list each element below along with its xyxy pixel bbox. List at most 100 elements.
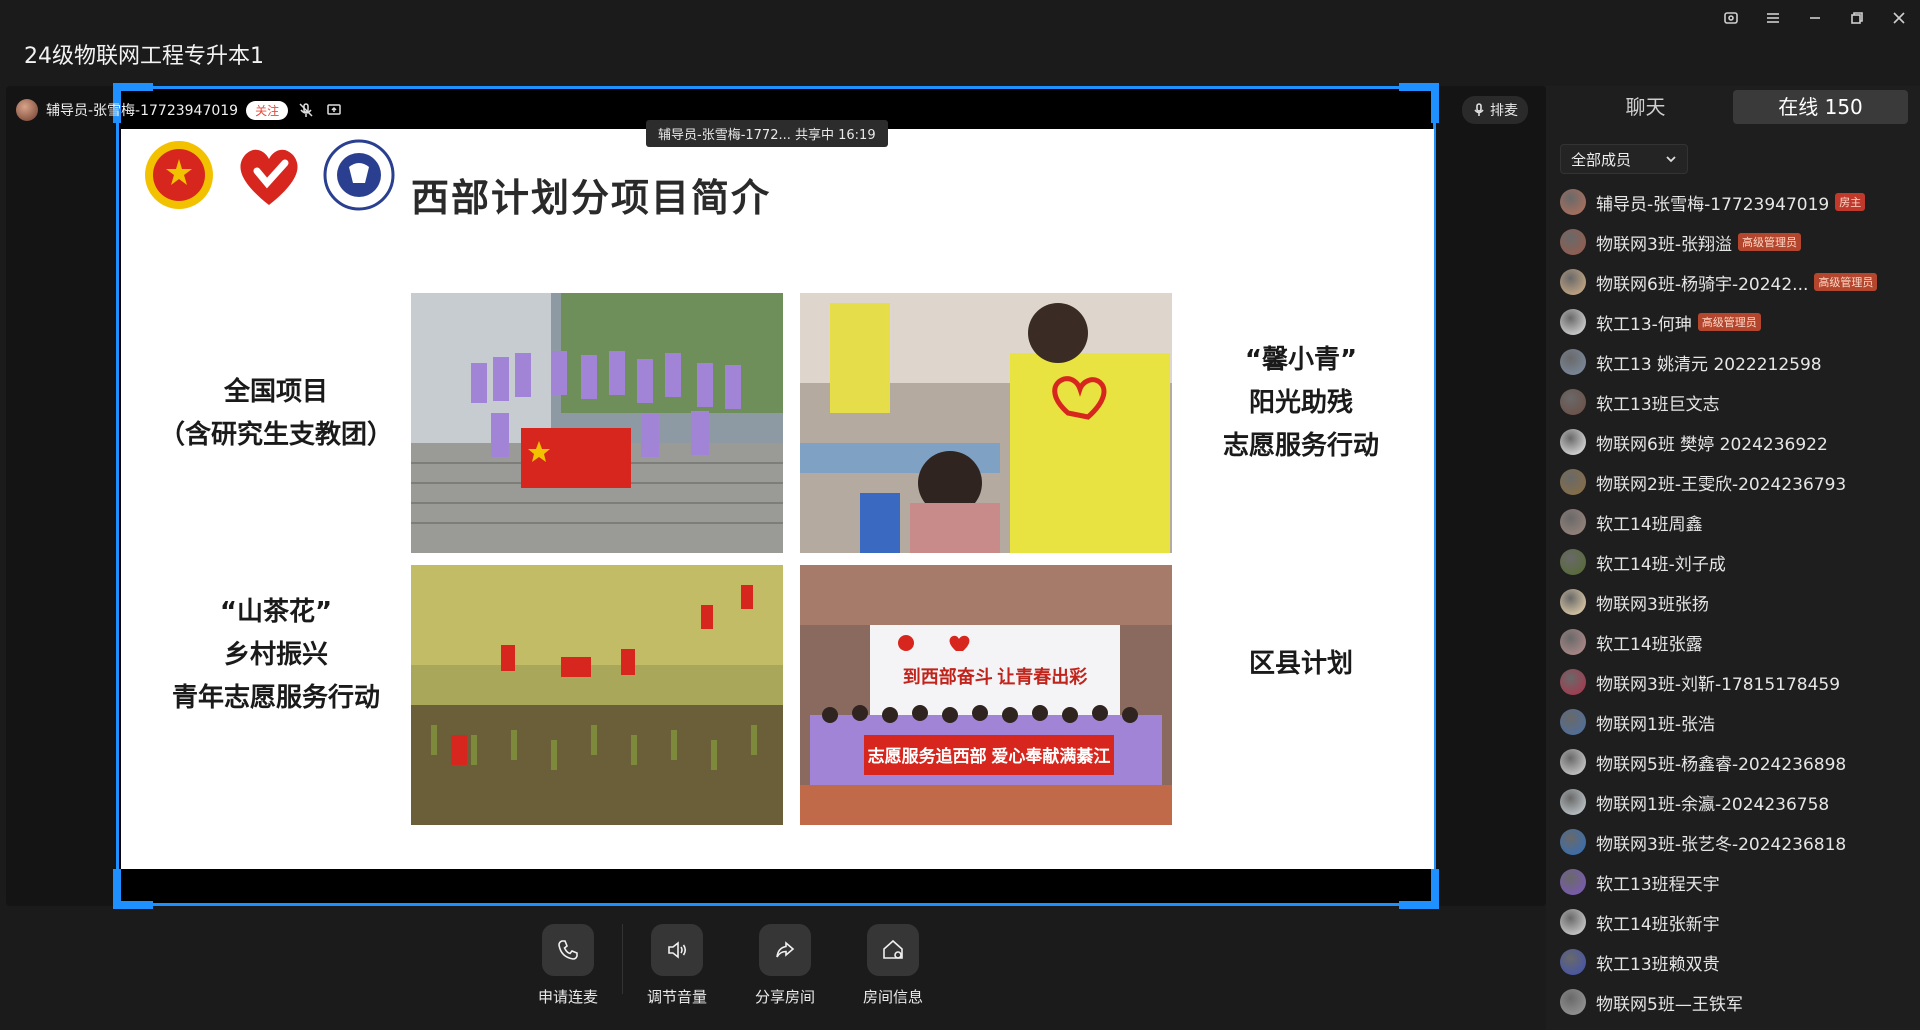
room-info-icon bbox=[867, 924, 919, 976]
member-name: 物联网1班-余瀛-2024236758 bbox=[1596, 794, 1830, 815]
avatar bbox=[1560, 269, 1586, 295]
frame-corner bbox=[1399, 83, 1439, 123]
presenter-bar: 辅导员-张雪梅-17723947019 关注 bbox=[16, 97, 344, 123]
adjust-volume-button[interactable]: 调节音量 bbox=[639, 924, 715, 1007]
member-row[interactable]: 软工14班周鑫 bbox=[1546, 502, 1920, 542]
member-name: 辅导员-张雪梅-17723947019 bbox=[1596, 194, 1830, 215]
member-row[interactable]: 软工14班-刘子成 bbox=[1546, 542, 1920, 582]
label-line: 乡村振兴 bbox=[223, 640, 328, 670]
member-name: 物联网3班-刘靳-17815178459 bbox=[1596, 674, 1841, 695]
follow-button[interactable]: 关注 bbox=[246, 100, 289, 120]
room-info-button[interactable]: 房间信息 bbox=[855, 924, 931, 1007]
filter-label: 全部成员 bbox=[1571, 150, 1632, 169]
close-icon[interactable] bbox=[1888, 7, 1910, 29]
member-row[interactable]: 软工13班程天宇 bbox=[1546, 862, 1920, 902]
member-name: 软工13-何珅 bbox=[1596, 314, 1692, 335]
photo-rice-field bbox=[411, 565, 783, 825]
label-line: 全国项目 bbox=[223, 377, 328, 407]
tab-chat[interactable]: 聊天 bbox=[1558, 90, 1733, 124]
frame-corner bbox=[1399, 869, 1439, 909]
screen-share-frame[interactable]: 西部计划分项目简介 全国项目 （含研究生支教团） “馨小青” 阳光助残 志愿服务… bbox=[113, 83, 1439, 909]
avatar bbox=[1560, 389, 1586, 415]
member-name: 物联网1班-张浩 bbox=[1596, 714, 1715, 735]
member-row[interactable]: 物联网5班-杨鑫睿-2024236898 bbox=[1546, 742, 1920, 782]
member-name: 软工13班巨文志 bbox=[1596, 394, 1720, 415]
presenter-name: 辅导员-张雪梅-17723947019 bbox=[46, 103, 239, 119]
member-name: 物联网2班-王雯欣-2024236793 bbox=[1596, 474, 1847, 495]
phone-icon bbox=[542, 924, 594, 976]
tab-online[interactable]: 在线 150 bbox=[1733, 90, 1908, 124]
member-row[interactable]: 物联网5班—王铁军 bbox=[1546, 982, 1920, 1022]
label-line: 阳光助残 bbox=[1248, 388, 1353, 418]
avatar bbox=[1560, 309, 1586, 335]
slide-title: 西部计划分项目简介 bbox=[411, 176, 772, 220]
member-name: 软工14班张露 bbox=[1596, 634, 1703, 655]
label-line: 青年志愿服务行动 bbox=[171, 683, 380, 713]
photo-group-on-stairs bbox=[411, 293, 783, 553]
member-row[interactable]: 软工14班张新宇 bbox=[1546, 902, 1920, 942]
member-row[interactable]: 物联网3班-张翔溢 高级管理员 bbox=[1546, 222, 1920, 262]
avatar bbox=[1560, 869, 1586, 895]
label-national-project: 全国项目 （含研究生支教团） bbox=[131, 371, 421, 457]
avatar bbox=[1560, 909, 1586, 935]
member-name: 软工14班张新宇 bbox=[1596, 914, 1720, 935]
member-row[interactable]: 软工13班赖双贵 bbox=[1546, 942, 1920, 982]
banner-top-text: 到西部奋斗 让青春出彩 bbox=[903, 666, 1088, 687]
screen-share-icon bbox=[324, 100, 344, 120]
avatar bbox=[1560, 789, 1586, 815]
member-row[interactable]: 软工13-何珅 高级管理员 bbox=[1546, 302, 1920, 342]
bottom-action-bar: 申请连麦 调节音量 分享房间 房间信息 bbox=[530, 924, 931, 1007]
member-row[interactable]: 软工13班巨文志 bbox=[1546, 382, 1920, 422]
restore-icon[interactable] bbox=[1846, 7, 1868, 29]
sharing-status-tooltip: 辅导员-张雪梅-1772... 共享中 16:19 bbox=[646, 120, 888, 147]
chevron-down-icon bbox=[1666, 156, 1676, 163]
room-title: 24级物联网工程专升本1 bbox=[24, 44, 264, 69]
apply-connect-mic-button[interactable]: 申请连麦 bbox=[530, 924, 606, 1007]
avatar bbox=[1560, 829, 1586, 855]
member-row[interactable]: 物联网2班-王雯欣-2024236793 bbox=[1546, 462, 1920, 502]
member-row[interactable]: 物联网1班-余瀛-2024236758 bbox=[1546, 782, 1920, 822]
youth-league-logo-icon bbox=[145, 141, 213, 209]
avatar[interactable] bbox=[16, 99, 38, 121]
member-row[interactable]: 辅导员-张雪梅-17723947019 房主 bbox=[1546, 182, 1920, 222]
label-disability-support: “馨小青” 阳光助残 志愿服务行动 bbox=[1176, 339, 1426, 468]
mic-icon bbox=[1474, 103, 1484, 116]
action-label: 调节音量 bbox=[646, 988, 707, 1006]
university-seal-icon bbox=[323, 139, 395, 211]
member-name: 软工14班-刘子成 bbox=[1596, 554, 1726, 575]
member-name: 物联网3班-张艺冬-2024236818 bbox=[1596, 834, 1847, 855]
shared-slide: 西部计划分项目简介 全国项目 （含研究生支教团） “馨小青” 阳光助残 志愿服务… bbox=[121, 129, 1434, 869]
avatar bbox=[1560, 189, 1586, 215]
member-name: 物联网3班-张翔溢 bbox=[1596, 234, 1732, 255]
member-row[interactable]: 物联网3班-刘靳-17815178459 bbox=[1546, 662, 1920, 702]
share-room-button[interactable]: 分享房间 bbox=[747, 924, 823, 1007]
member-row[interactable]: 物联网3班-张艺冬-2024236818 bbox=[1546, 822, 1920, 862]
mic-muted-icon bbox=[296, 100, 316, 120]
member-name: 软工13班赖双贵 bbox=[1596, 954, 1720, 975]
divider bbox=[622, 924, 623, 994]
avatar bbox=[1560, 229, 1586, 255]
label-line: “山茶花” bbox=[219, 597, 333, 627]
record-icon[interactable] bbox=[1720, 7, 1742, 29]
avatar bbox=[1560, 989, 1586, 1015]
member-row[interactable]: 物联网3班张扬 bbox=[1546, 582, 1920, 622]
menu-icon[interactable] bbox=[1762, 7, 1784, 29]
member-row[interactable]: 软工13 姚清元 2022212598 bbox=[1546, 342, 1920, 382]
label-rural-revitalization: “山茶花” 乡村振兴 青年志愿服务行动 bbox=[151, 591, 401, 720]
member-name: 软工13班程天宇 bbox=[1596, 874, 1720, 895]
volunteer-heart-logo-icon bbox=[240, 149, 298, 205]
avatar bbox=[1560, 749, 1586, 775]
member-row[interactable]: 物联网1班-张浩 bbox=[1546, 702, 1920, 742]
mic-queue-button[interactable]: 排麦 bbox=[1462, 96, 1528, 124]
role-badge: 高级管理员 bbox=[1697, 313, 1761, 331]
member-row[interactable]: 物联网6班-杨骑宇-20242... 高级管理员 bbox=[1546, 262, 1920, 302]
avatar bbox=[1560, 589, 1586, 615]
minimize-icon[interactable] bbox=[1804, 7, 1826, 29]
action-label: 申请连麦 bbox=[537, 988, 598, 1006]
member-filter-dropdown[interactable]: 全部成员 bbox=[1560, 144, 1688, 174]
avatar bbox=[1560, 509, 1586, 535]
member-row[interactable]: 软工14班张露 bbox=[1546, 622, 1920, 662]
panel-tabs: 聊天 在线 150 bbox=[1558, 90, 1908, 124]
member-row[interactable]: 物联网6班 樊婷 2024236922 bbox=[1546, 422, 1920, 462]
label-line: 志愿服务行动 bbox=[1222, 431, 1379, 461]
